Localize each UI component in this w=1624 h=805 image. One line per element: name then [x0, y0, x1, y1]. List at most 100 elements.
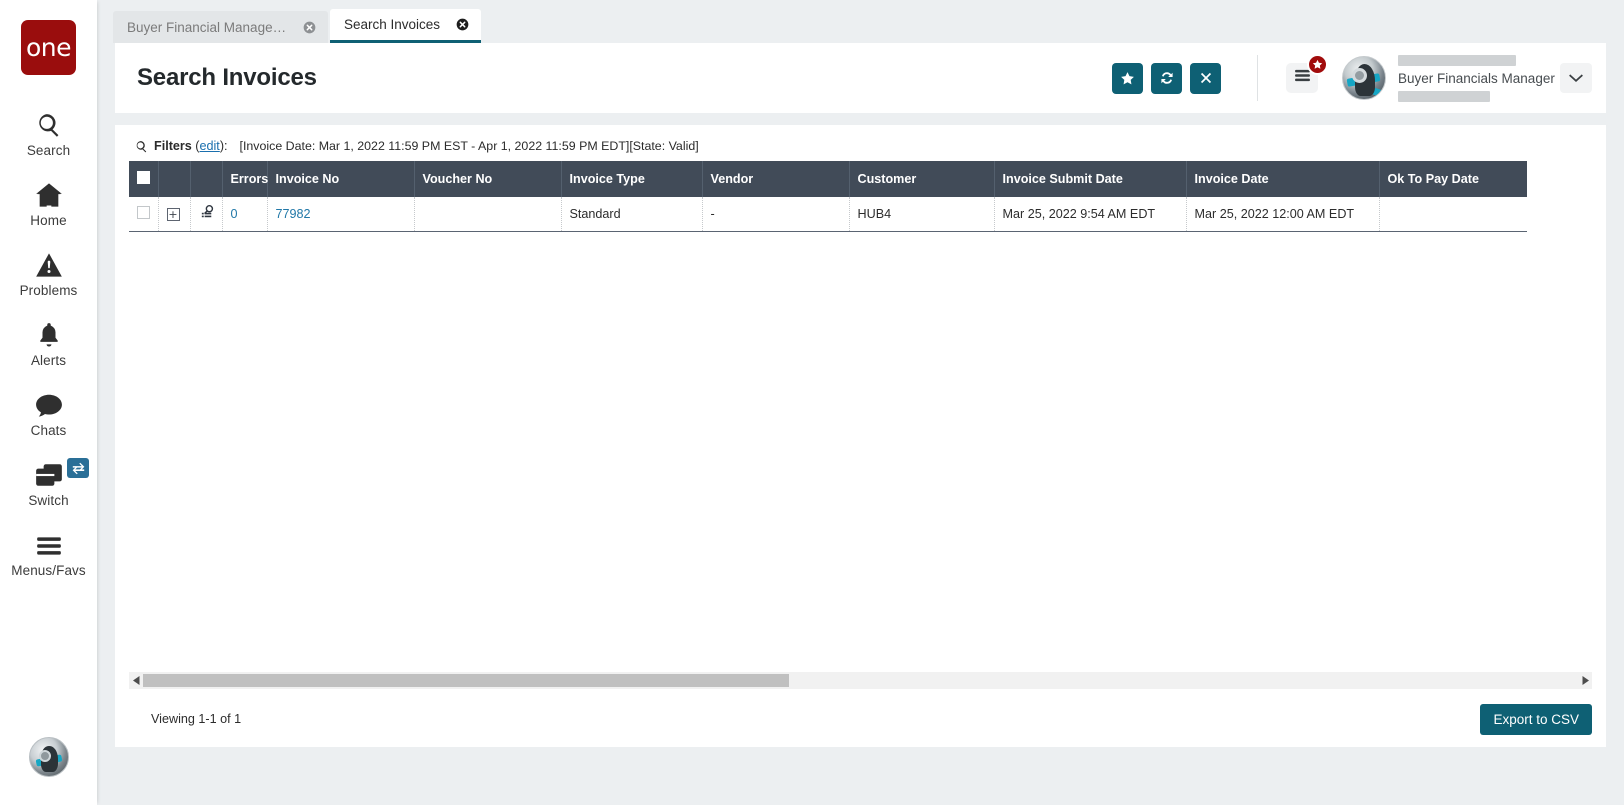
column-header-label: Invoice Type [569, 172, 645, 186]
one-logo-text: one [25, 33, 72, 62]
panel-footer: Viewing 1-1 of 1 Export to CSV [115, 691, 1606, 747]
column-header-errors[interactable]: Errors [222, 161, 269, 197]
export-to-csv-button[interactable]: Export to CSV [1480, 703, 1592, 735]
sidebar-item-chats[interactable]: Chats [0, 377, 97, 447]
avatar-eye [1352, 68, 1367, 83]
switch-windows-icon [34, 458, 64, 488]
column-header-select[interactable] [129, 161, 159, 197]
sidebar-nav: Search Home Problems Alerts Chats Switch… [0, 97, 97, 587]
scrollbar-thumb[interactable] [143, 674, 789, 687]
bell-icon [37, 318, 61, 348]
scroll-left-arrow[interactable] [129, 672, 143, 689]
scroll-right-arrow[interactable] [1578, 672, 1592, 689]
sidebar-item-label: Home [30, 213, 67, 228]
sidebar-item-problems[interactable]: Problems [0, 237, 97, 307]
sidebar-item-alerts[interactable]: Alerts [0, 307, 97, 377]
table-header-row: Errors Invoice No Voucher No Invoice Typ… [129, 161, 1527, 197]
plus-box-icon[interactable]: + [166, 207, 180, 221]
column-header-label: Ok To Pay Date [1387, 172, 1479, 186]
cell-customer: HUB4 [849, 197, 995, 232]
column-header-vendor[interactable]: Vendor [702, 161, 850, 197]
avatar[interactable] [1342, 56, 1386, 100]
column-header-invoice-date[interactable]: Invoice Date [1186, 161, 1380, 197]
hamburger-icon [1294, 69, 1311, 87]
filters-edit-link[interactable]: edit [200, 139, 220, 153]
tab-search-invoices[interactable]: Search Invoices [330, 9, 482, 43]
column-header-voucher-no[interactable]: Voucher No [414, 161, 562, 197]
filters-bar: Filters ( edit ) : [Invoice Date: Mar 1,… [115, 125, 1606, 161]
favorite-button[interactable] [1112, 62, 1143, 94]
filters-label: Filters [154, 139, 192, 153]
column-header-expand [158, 161, 191, 197]
sidebar-item-search[interactable]: Search [0, 97, 97, 167]
sidebar-item-label: Menus/Favs [11, 563, 86, 578]
row-checkbox[interactable] [137, 205, 150, 219]
tab-buyer-financial-manager-dashboard[interactable]: Buyer Financial Manager Dashb... [113, 11, 328, 43]
tab-label: Buyer Financial Manager Dashb... [127, 19, 287, 35]
cell-vendor: - [702, 197, 850, 232]
column-header-ok-to-pay-date[interactable]: Ok To Pay Date [1379, 161, 1527, 197]
column-header-invoice-submit-date[interactable]: Invoice Submit Date [994, 161, 1187, 197]
close-circle-icon[interactable] [287, 21, 316, 34]
swap-arrows-icon[interactable] [67, 458, 89, 478]
page-title: Search Invoices [137, 64, 317, 91]
sidebar: one Search Home Problems Alerts Chats Sw… [0, 0, 97, 805]
sidebar-item-menus-favs[interactable]: Menus/Favs [0, 517, 97, 587]
avatar-eye [39, 750, 51, 762]
user-name: Buyer Financials Manager [1398, 70, 1555, 86]
cell-invoice-no[interactable]: 77982 [267, 197, 415, 232]
cell-voucher-no [414, 197, 562, 232]
viewing-count: Viewing 1-1 of 1 [151, 712, 242, 726]
table-row[interactable]: + 0 77982 Standard - HUB4 Mar 25, 2022 9… [129, 197, 1527, 232]
close-circle-icon[interactable] [440, 18, 469, 31]
star-icon [1120, 71, 1135, 86]
scrollbar-track[interactable] [143, 674, 1578, 687]
table-body: + 0 77982 Standard - HUB4 Mar 25, 2022 9… [129, 197, 1527, 232]
horizontal-scrollbar[interactable] [129, 672, 1592, 689]
redacted-line-top [1398, 54, 1516, 66]
invoice-no-link[interactable]: 77982 [276, 207, 311, 221]
sidebar-item-switch[interactable]: Switch [0, 447, 97, 517]
refresh-icon [1159, 70, 1175, 86]
errors-link[interactable]: 0 [231, 207, 238, 221]
tab-bar: Buyer Financial Manager Dashb... Search … [97, 0, 1624, 43]
refresh-button[interactable] [1151, 62, 1182, 94]
cell-expand[interactable]: + [158, 197, 191, 232]
sidebar-item-label: Switch [28, 493, 69, 508]
user-menu[interactable]: Buyer Financials Manager [1342, 54, 1555, 102]
column-header-customer[interactable]: Customer [849, 161, 995, 197]
close-button[interactable] [1190, 62, 1221, 94]
column-header-label: Voucher No [422, 172, 493, 186]
search-icon [135, 140, 148, 153]
cell-ok-to-pay-date [1379, 197, 1527, 232]
header-actions [1104, 62, 1221, 94]
chevron-down-icon [1569, 69, 1583, 87]
sidebar-item-label: Search [26, 143, 71, 158]
x-icon [1199, 71, 1213, 85]
header-divider [1257, 55, 1258, 101]
cell-invoice-type: Standard [561, 197, 703, 232]
search-icon [36, 108, 62, 138]
home-icon [35, 178, 63, 208]
document-search-icon[interactable] [199, 204, 216, 224]
chat-bubble-icon [35, 388, 63, 418]
one-logo[interactable]: one [21, 20, 76, 75]
menus-button[interactable] [1286, 54, 1328, 93]
column-header-invoice-no[interactable]: Invoice No [267, 161, 415, 197]
column-header-label: Errors [230, 172, 269, 186]
select-all-checkbox[interactable] [137, 171, 150, 184]
cell-audit[interactable] [190, 197, 223, 232]
cell-errors[interactable]: 0 [222, 197, 268, 232]
main-area: Buyer Financial Manager Dashb... Search … [97, 0, 1624, 805]
redacted-line-bottom [1398, 90, 1490, 102]
cell-select[interactable] [129, 197, 159, 232]
sidebar-item-label: Alerts [30, 353, 67, 368]
results-panel: Filters ( edit ) : [Invoice Date: Mar 1,… [115, 125, 1606, 747]
page-header: Search Invoices Buyer Financials Manager [115, 43, 1606, 113]
column-header-invoice-type[interactable]: Invoice Type [561, 161, 703, 197]
avatar[interactable] [29, 737, 69, 777]
user-menu-toggle[interactable] [1560, 63, 1592, 93]
filters-paren-open: ( [191, 139, 200, 153]
sidebar-item-home[interactable]: Home [0, 167, 97, 237]
column-header-label: Invoice Date [1194, 172, 1269, 186]
